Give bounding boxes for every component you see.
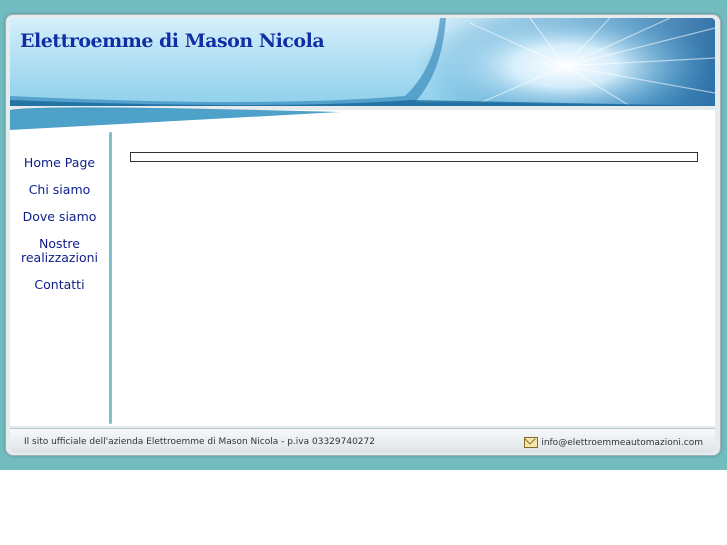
sidebar-divider — [109, 132, 112, 424]
site-header: Elettroemme di Mason Nicola — [10, 18, 715, 106]
sidebar-nav: Home Page Chi siamo Dove siamo Nostre re… — [12, 156, 107, 305]
footer-email-link[interactable]: info@elettroemmeautomazioni.com — [541, 438, 703, 448]
footer-email[interactable]: info@elettroemmeautomazioni.com — [524, 437, 703, 448]
envelope-icon — [524, 437, 539, 448]
nav-contatti[interactable]: Contatti — [12, 278, 107, 292]
site-footer: Il sito ufficiale dell'azienda Elettroem… — [10, 428, 715, 453]
content-top-swoosh — [10, 107, 340, 130]
footer-info-text: Il sito ufficiale dell'azienda Elettroem… — [24, 437, 375, 447]
site-title: Elettroemme di Mason Nicola — [20, 30, 325, 52]
nav-chi-siamo[interactable]: Chi siamo — [12, 183, 107, 197]
nav-nostre-realizzazioni[interactable]: Nostre realizzazioni — [12, 237, 107, 265]
nav-dove-siamo[interactable]: Dove siamo — [12, 210, 107, 224]
nav-home-page[interactable]: Home Page — [12, 156, 107, 170]
content-frame-box — [130, 152, 698, 162]
